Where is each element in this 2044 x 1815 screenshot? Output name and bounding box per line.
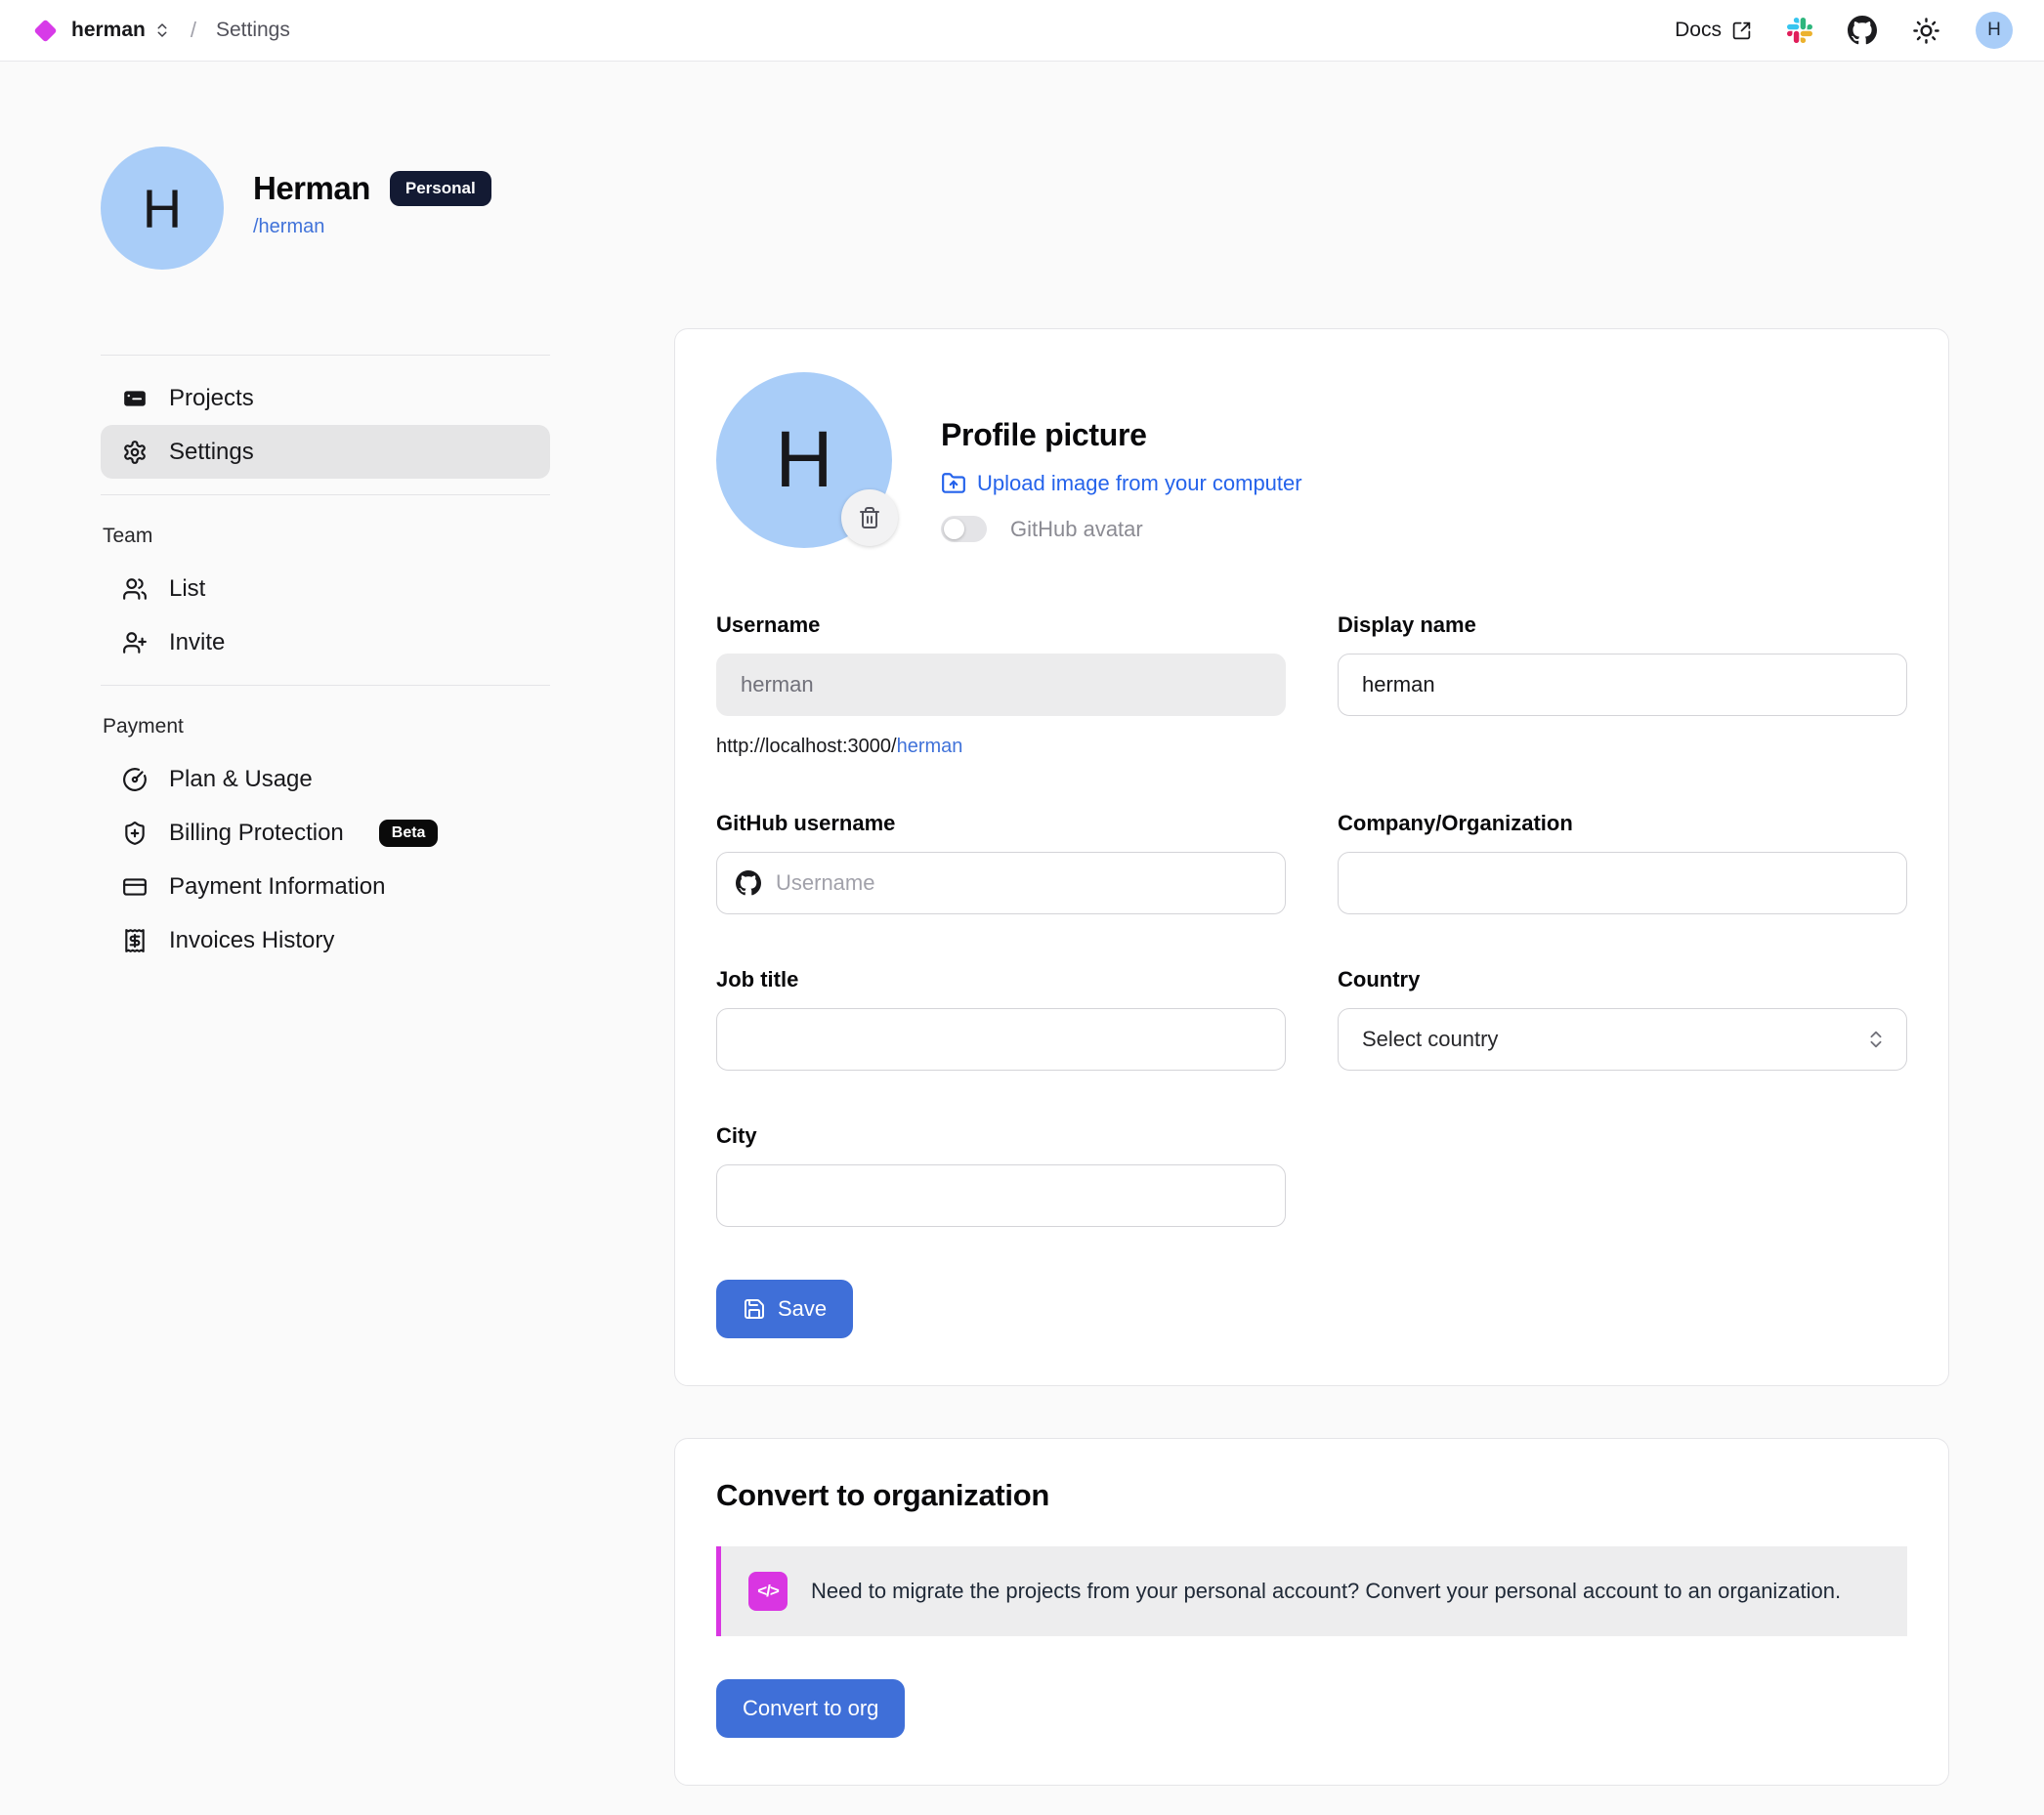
settings-sidebar: Projects Settings Team List Invite — [101, 328, 550, 1786]
settings-main: H Profile picture Upload image from your… — [674, 328, 1949, 1786]
profile-name: Herman — [253, 170, 370, 207]
page-body: H Herman Personal /herman Projects — [0, 62, 2044, 1815]
profile-url-prefix: http://localhost:3000/ — [716, 736, 897, 757]
profile-handle-link[interactable]: /herman — [253, 216, 491, 238]
personal-badge: Personal — [390, 171, 491, 206]
sidebar-item-billing-protection[interactable]: Billing Protection Beta — [101, 806, 550, 860]
app-logo-diamond-icon — [33, 19, 57, 42]
sidebar-section-team: Team — [101, 511, 550, 562]
save-button[interactable]: Save — [716, 1280, 853, 1338]
delete-avatar-button[interactable] — [841, 489, 898, 546]
credit-card-icon — [122, 874, 148, 900]
company-input[interactable] — [1338, 852, 1907, 914]
username-label: Username — [716, 612, 1286, 638]
sidebar-item-team-invite[interactable]: Invite — [101, 615, 550, 669]
gauge-icon — [122, 767, 148, 792]
shield-plus-icon — [122, 821, 148, 846]
country-label: Country — [1338, 967, 1907, 992]
profile-avatar: H — [101, 147, 224, 270]
convert-notice-banner: </> Need to migrate the projects from yo… — [716, 1546, 1907, 1636]
display-name-input[interactable] — [1338, 654, 1907, 716]
city-label: City — [716, 1123, 1286, 1149]
docs-label: Docs — [1675, 19, 1722, 42]
docs-link[interactable]: Docs — [1675, 19, 1752, 42]
country-select[interactable]: Select country — [1338, 1008, 1907, 1071]
sidebar-item-label: Settings — [169, 439, 254, 466]
convert-to-org-button[interactable]: Convert to org — [716, 1679, 905, 1738]
folder-upload-icon — [941, 471, 966, 496]
convert-title: Convert to organization — [716, 1478, 1907, 1513]
projects-icon — [122, 386, 148, 411]
sidebar-item-settings[interactable]: Settings — [101, 425, 550, 479]
sidebar-item-projects[interactable]: Projects — [101, 371, 550, 425]
external-link-icon — [1731, 21, 1752, 41]
sidebar-item-label: Billing Protection — [169, 820, 344, 847]
chevrons-up-down-icon — [1865, 1029, 1887, 1050]
github-username-input[interactable] — [716, 852, 1286, 914]
github-icon[interactable] — [1848, 16, 1877, 45]
convert-notice-text: Need to migrate the projects from your p… — [811, 1579, 1841, 1604]
username-input[interactable] — [716, 654, 1286, 716]
workspace-switcher[interactable]: herman — [71, 19, 146, 42]
github-icon — [736, 870, 761, 896]
user-plus-icon — [122, 630, 148, 655]
breadcrumb-separator: / — [191, 18, 196, 43]
upload-image-link[interactable]: Upload image from your computer — [941, 471, 1302, 496]
sidebar-section-payment: Payment — [101, 701, 550, 752]
sidebar-item-label: Projects — [169, 385, 254, 412]
convert-to-organization-card: Convert to organization </> Need to migr… — [674, 1438, 1949, 1786]
beta-badge: Beta — [379, 820, 439, 847]
profile-url: http://localhost:3000/herman — [716, 736, 1286, 758]
profile-picture-avatar-wrap: H — [716, 372, 892, 548]
sidebar-item-label: Invoices History — [169, 927, 334, 954]
chevrons-up-down-icon[interactable] — [153, 21, 171, 39]
upload-image-label: Upload image from your computer — [977, 471, 1302, 496]
convert-to-org-label: Convert to org — [743, 1696, 878, 1721]
code-icon: </> — [748, 1572, 788, 1611]
profile-picture-title: Profile picture — [941, 417, 1302, 453]
display-name-label: Display name — [1338, 612, 1907, 638]
job-title-label: Job title — [716, 967, 1286, 992]
country-select-value: Select country — [1362, 1027, 1498, 1052]
topbar: herman / Settings Docs H — [0, 0, 2044, 62]
receipt-icon — [122, 928, 148, 953]
topbar-actions: Docs H — [1675, 12, 2013, 49]
users-icon — [122, 576, 148, 602]
city-input[interactable] — [716, 1164, 1286, 1227]
sidebar-item-invoices-history[interactable]: Invoices History — [101, 913, 550, 967]
job-title-input[interactable] — [716, 1008, 1286, 1071]
sidebar-item-team-list[interactable]: List — [101, 562, 550, 615]
sidebar-item-label: Plan & Usage — [169, 766, 313, 793]
github-username-label: GitHub username — [716, 811, 1286, 836]
profile-form: Username http://localhost:3000/herman Di… — [716, 612, 1907, 1338]
theme-sun-icon[interactable] — [1912, 17, 1940, 45]
company-label: Company/Organization — [1338, 811, 1907, 836]
slack-icon[interactable] — [1787, 18, 1812, 43]
sidebar-item-label: List — [169, 575, 205, 603]
save-icon — [743, 1297, 766, 1321]
profile-header: H Herman Personal /herman — [101, 147, 1949, 270]
github-avatar-toggle-label: GitHub avatar — [1010, 517, 1143, 542]
profile-meta: Herman Personal /herman — [253, 170, 491, 238]
profile-card: H Profile picture Upload image from your… — [674, 328, 1949, 1386]
trash-icon — [858, 506, 881, 529]
profile-url-handle-link[interactable]: herman — [897, 736, 963, 757]
save-button-label: Save — [778, 1296, 827, 1322]
github-avatar-toggle[interactable] — [941, 516, 987, 542]
sidebar-item-payment-information[interactable]: Payment Information — [101, 860, 550, 913]
sidebar-item-label: Payment Information — [169, 873, 385, 901]
sidebar-item-label: Invite — [169, 629, 225, 656]
gear-icon — [122, 440, 148, 465]
sidebar-item-plan-usage[interactable]: Plan & Usage — [101, 752, 550, 806]
breadcrumb-page: Settings — [216, 19, 290, 42]
user-avatar[interactable]: H — [1976, 12, 2013, 49]
